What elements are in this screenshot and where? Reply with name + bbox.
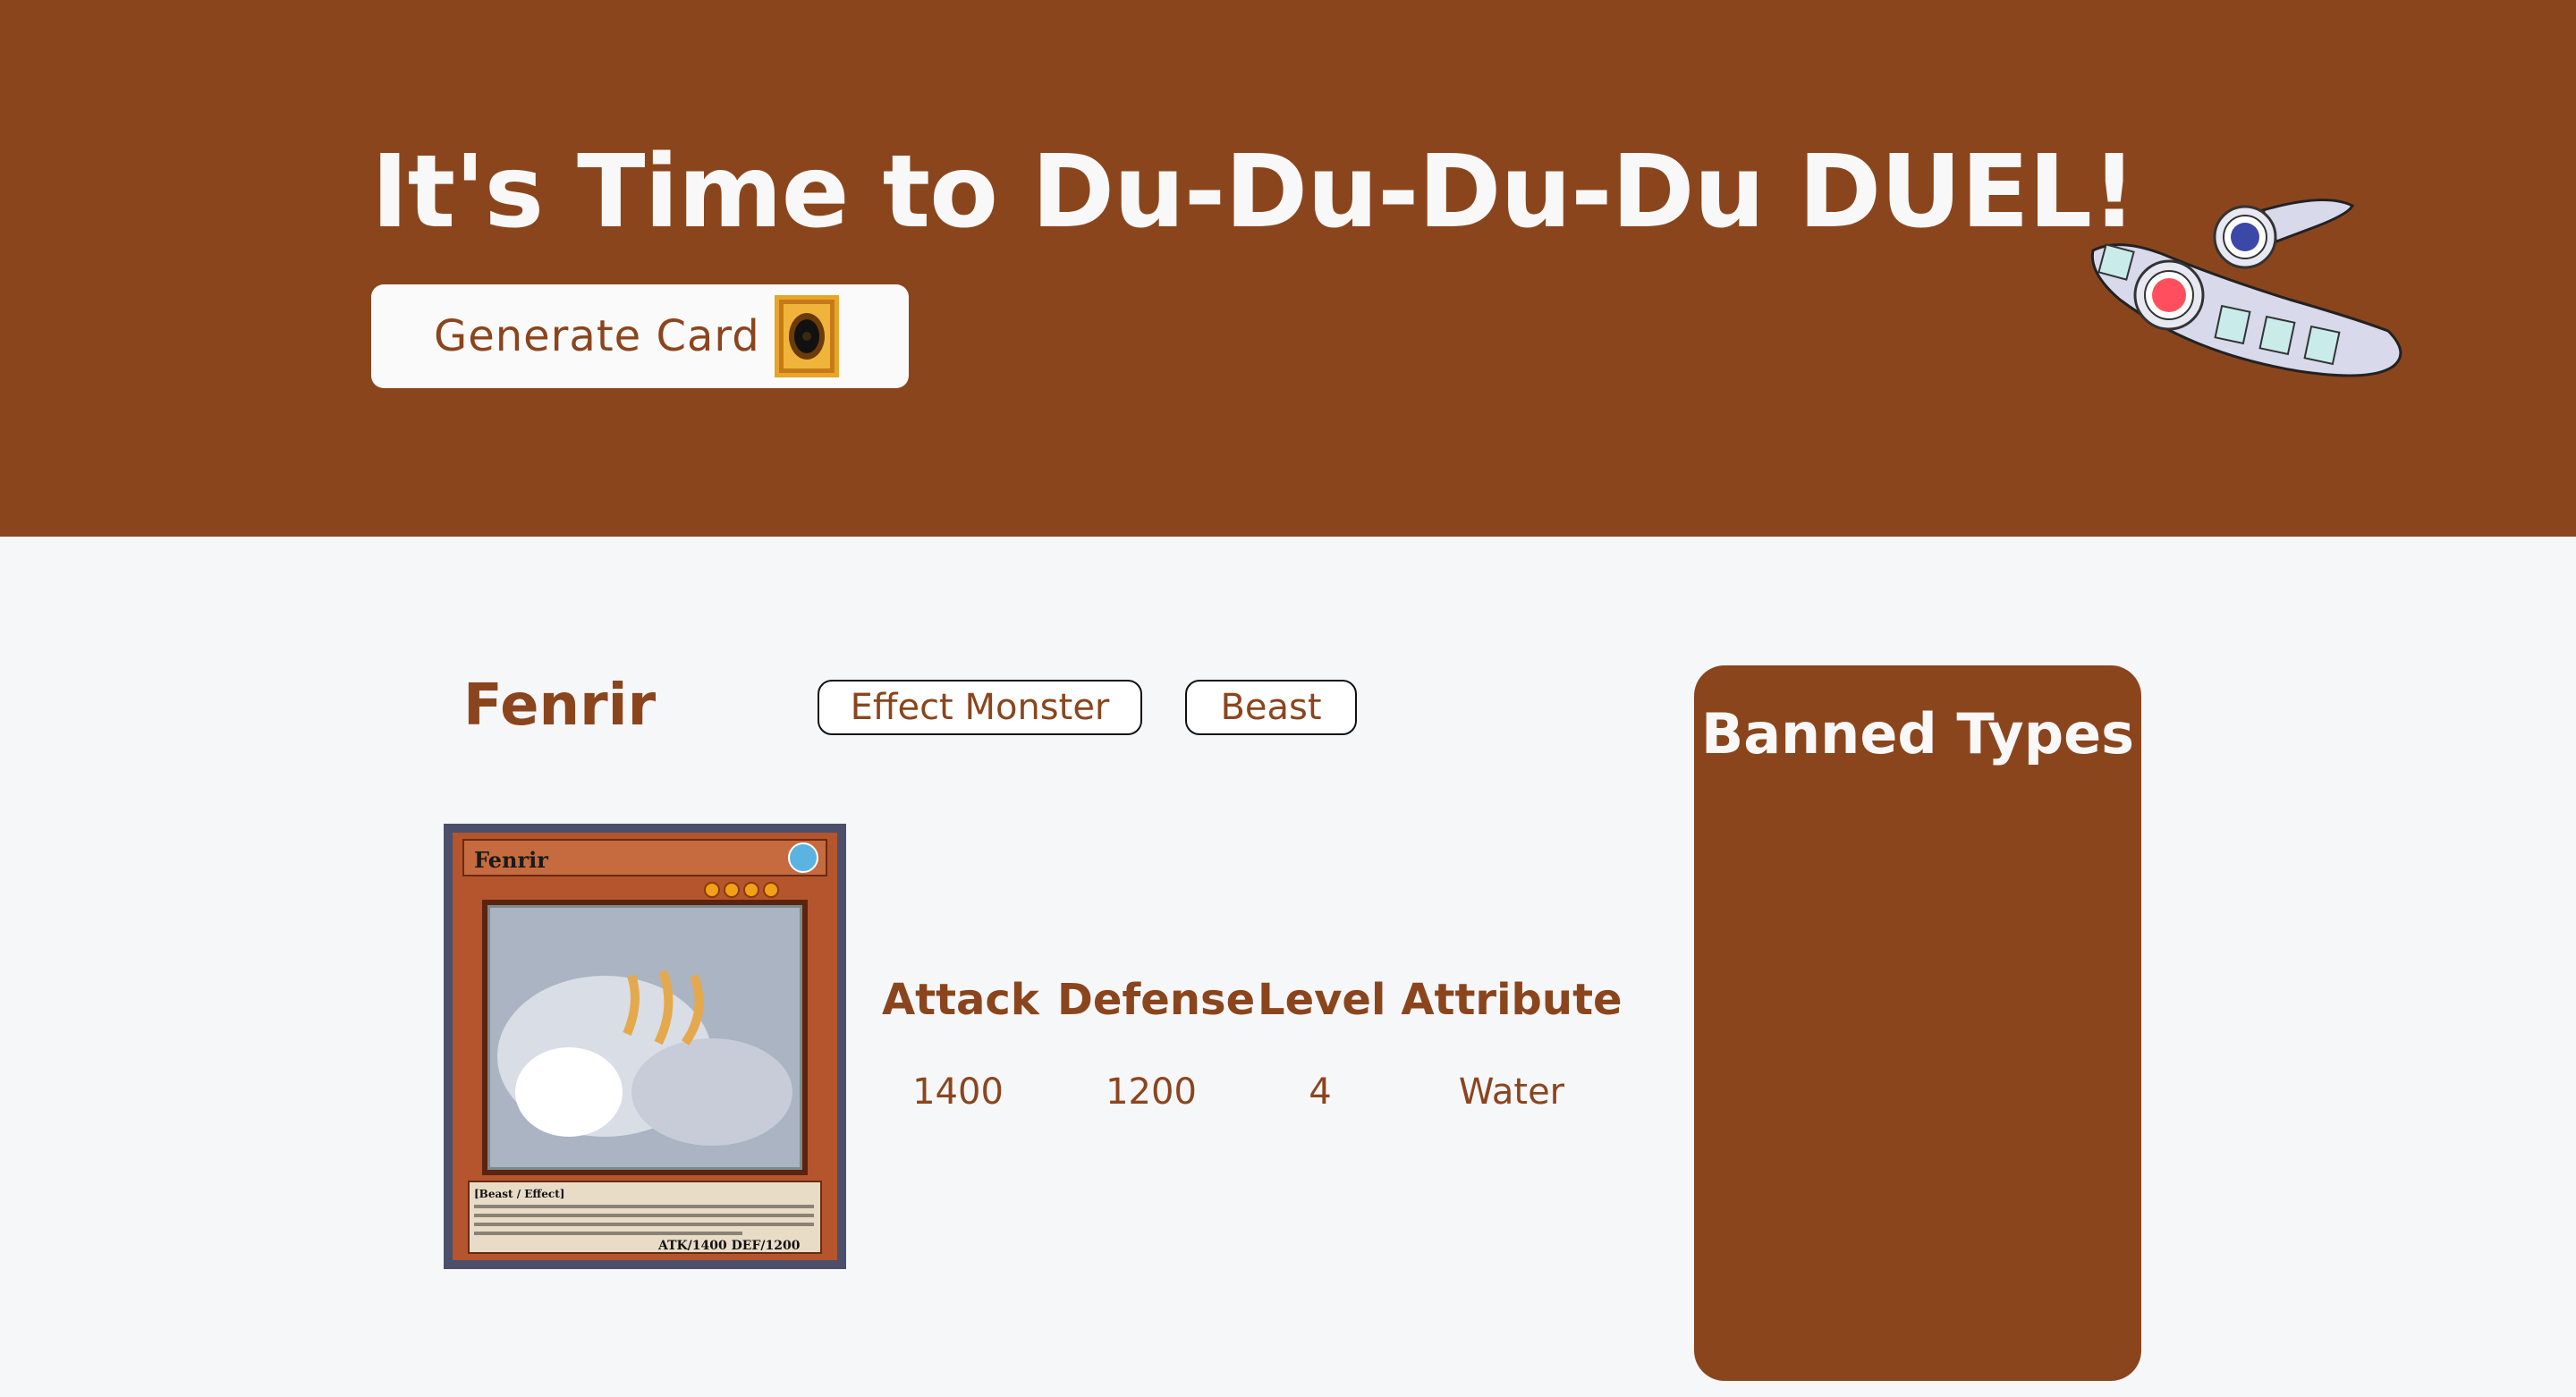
card-back-icon [774,295,839,377]
duel-disk-icon [2090,199,2402,377]
stat-label: Attack [882,975,1039,1025]
generate-card-button[interactable]: Generate Card [371,284,909,388]
stat-label: Defense [1057,975,1256,1025]
banned-types-title: Banned Types [1700,701,2135,766]
stat-value: Water [1458,1071,1565,1113]
generate-card-label: Generate Card [434,311,760,361]
stat-value: 1200 [1106,1071,1197,1113]
stat-attack: Attack 1400 [882,975,1039,1113]
page-title: It's Time to Du-Du-Du-Du DUEL! [371,134,2137,250]
stat-level: Level 4 [1258,975,1386,1113]
stat-value: 1400 [912,1071,1004,1113]
stat-label: Level [1258,975,1386,1025]
card-image: Fenrir [Beast / Effect] ATK/1400 DEF/120… [444,824,846,1269]
card-name: Fenrir [463,673,657,739]
card-image-name: Fenrir [474,847,548,873]
stat-attribute: Attribute Water [1395,975,1628,1113]
card-race-tag[interactable]: Beast [1185,680,1357,735]
stat-label: Attribute [1401,975,1623,1025]
card-type-tag[interactable]: Effect Monster [818,680,1142,735]
water-attribute-icon [788,842,818,873]
banned-types-panel: Banned Types [1694,665,2141,1381]
card-image-stats-line: ATK/1400 DEF/1200 [657,1239,801,1253]
stat-defense: Defense 1200 [1057,975,1256,1113]
header-banner: It's Time to Du-Du-Du-Du DUEL! Generate … [0,0,2576,537]
card-image-type-line: [Beast / Effect] [474,1188,564,1200]
stat-value: 4 [1309,1071,1332,1113]
